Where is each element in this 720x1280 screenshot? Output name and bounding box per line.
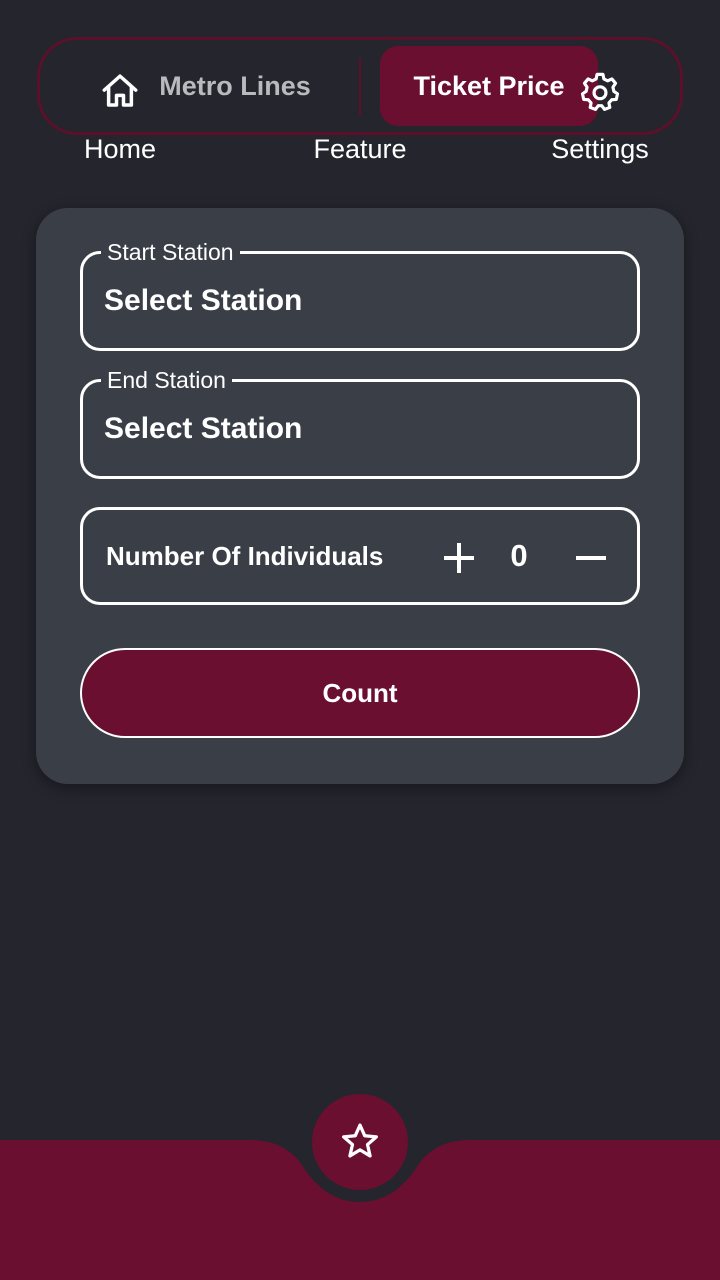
ticket-form-card: Start Station Select Station End Station… <box>36 208 684 784</box>
star-icon <box>342 1123 378 1158</box>
ticket-price-screen: Metro Lines Ticket Price Start Station S… <box>0 0 720 1280</box>
end-station-field[interactable]: End Station Select Station <box>80 367 640 479</box>
nav-settings[interactable]: Settings <box>510 70 690 180</box>
end-station-label: End Station <box>101 367 232 393</box>
home-icon <box>102 74 138 107</box>
feature-fab[interactable] <box>312 1094 408 1190</box>
count-button[interactable]: Count <box>80 648 640 738</box>
end-station-value[interactable]: Select Station <box>104 412 302 446</box>
nav-feature-label: Feature <box>313 134 407 164</box>
nav-home-label: Home <box>83 134 157 164</box>
individuals-count: 0 <box>510 538 528 573</box>
nav-home[interactable]: Home <box>30 70 210 180</box>
individuals-counter: Number Of Individuals 0 <box>80 507 640 605</box>
individuals-label: Number Of Individuals <box>106 541 384 571</box>
plus-icon[interactable] <box>441 540 477 576</box>
nav-feature[interactable]: Feature <box>270 70 450 180</box>
start-station-value[interactable]: Select Station <box>104 284 302 318</box>
nav-settings-label: Settings <box>551 134 649 164</box>
gear-icon <box>580 72 620 111</box>
start-station-field[interactable]: Start Station Select Station <box>80 239 640 351</box>
minus-icon[interactable] <box>573 540 609 576</box>
start-station-label: Start Station <box>101 239 240 265</box>
